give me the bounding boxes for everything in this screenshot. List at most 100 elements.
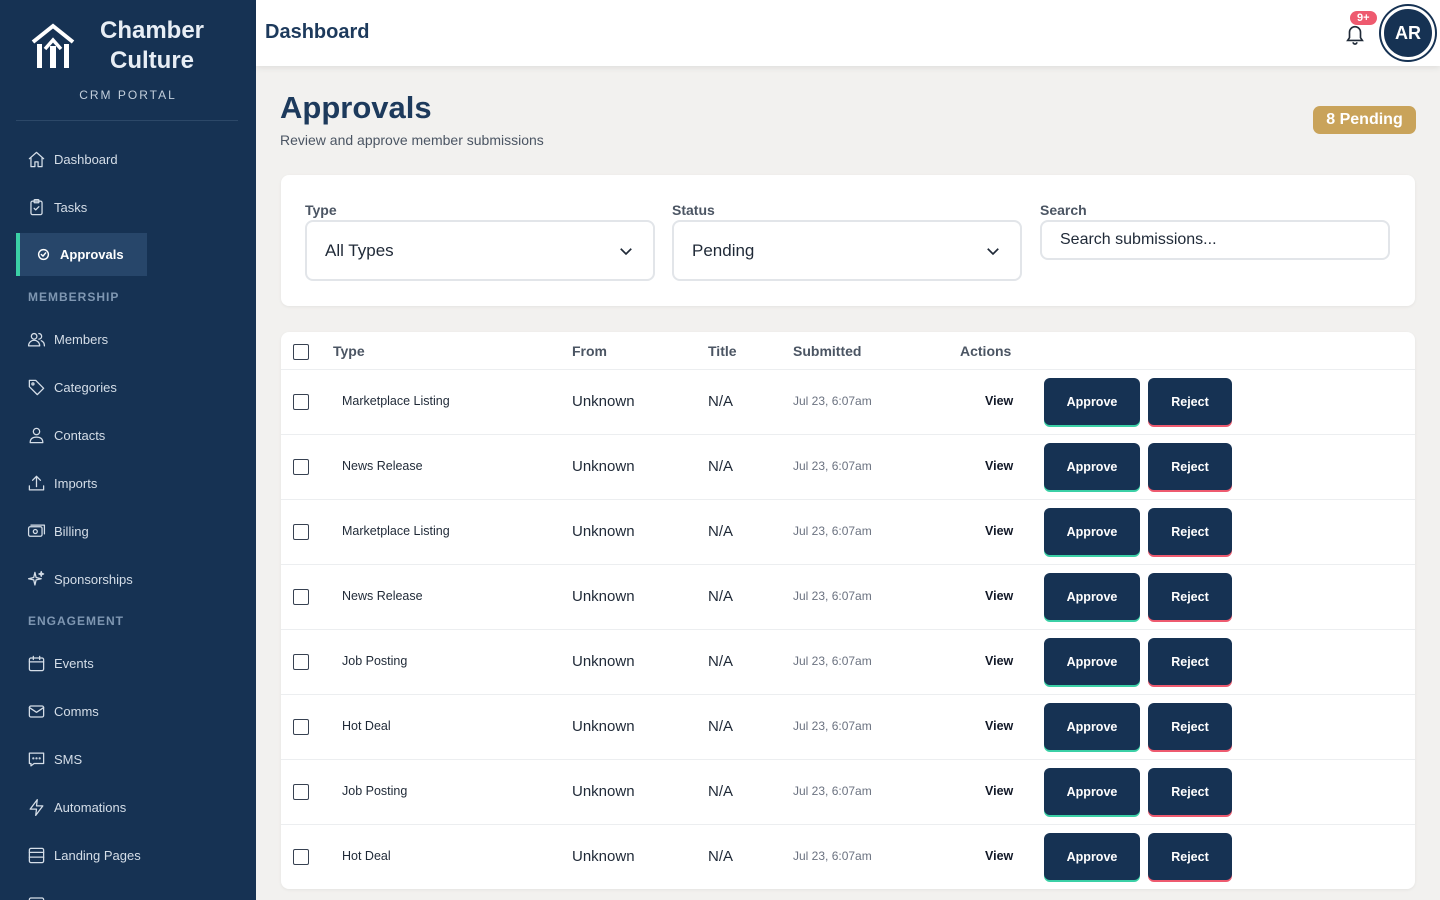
sidebar-item-label: Approvals	[60, 247, 124, 262]
table-row: Marketplace Listing Unknown N/A Jul 23, 6:0…	[281, 370, 1415, 435]
type-select-value: All Types	[325, 240, 394, 260]
sidebar-item-automations[interactable]: Automations	[16, 785, 240, 829]
cell-from: Unknown	[572, 393, 635, 410]
table-row: Hot Deal Unknown N/A Jul 23, 6:07am View Appr…	[281, 825, 1415, 889]
sidebar-item-tasks[interactable]: Tasks	[16, 185, 240, 229]
cell-from: Unknown	[572, 848, 635, 865]
topbar: Dashboard 9+ AR	[256, 0, 1440, 66]
check-circle-icon	[36, 245, 50, 265]
sidebar-item-sponsorships[interactable]: Sponsorships	[16, 557, 240, 601]
cell-submitted: Jul 23, 6:07am	[793, 394, 872, 408]
status-filter-label: Status	[672, 202, 715, 218]
sidebar-item-categories[interactable]: Categories	[16, 365, 240, 409]
status-select[interactable]: Pending	[672, 220, 1022, 281]
column-header-from: From	[572, 343, 607, 359]
cell-type: Marketplace Listing	[342, 524, 450, 538]
cell-submitted: Jul 23, 6:07am	[793, 524, 872, 538]
view-link[interactable]: View	[985, 849, 1013, 863]
cell-submitted: Jul 23, 6:07am	[793, 719, 872, 733]
status-select-value: Pending	[692, 240, 755, 260]
view-link[interactable]: View	[985, 459, 1013, 473]
select-all-checkbox[interactable]	[293, 344, 309, 360]
sparkles-icon	[26, 569, 46, 589]
view-link[interactable]: View	[985, 394, 1013, 408]
approve-button[interactable]: Approve	[1044, 768, 1140, 815]
sidebar-item-label: Dashboard	[54, 151, 118, 167]
cell-submitted: Jul 23, 6:07am	[793, 654, 872, 668]
approve-button[interactable]: Approve	[1044, 703, 1140, 750]
sidebar-divider	[16, 120, 238, 121]
view-link[interactable]: View	[985, 784, 1013, 798]
sidebar-item-label: Tasks	[54, 199, 88, 215]
reject-button[interactable]: Reject	[1148, 508, 1232, 555]
reject-button[interactable]: Reject	[1148, 638, 1232, 685]
row-checkbox[interactable]	[293, 524, 309, 540]
sidebar-item-billing[interactable]: Billing	[16, 509, 240, 553]
approve-button[interactable]: Approve	[1044, 833, 1140, 880]
topbar-title: Dashboard	[265, 21, 370, 43]
bell-icon[interactable]	[1344, 22, 1366, 46]
sidebar-item-contacts[interactable]: Contacts	[16, 413, 240, 457]
view-link[interactable]: View	[985, 719, 1013, 733]
cell-submitted: Jul 23, 6:07am	[793, 589, 872, 603]
sidebar-item-imports[interactable]: Imports	[16, 461, 240, 505]
row-checkbox[interactable]	[293, 589, 309, 605]
table-row: Hot Deal Unknown N/A Jul 23, 6:07am View Appr…	[281, 695, 1415, 760]
sidebar-item-label: Imports	[54, 475, 98, 491]
sidebar-item-events[interactable]: Events	[16, 641, 240, 685]
sidebar-item-label: Members	[54, 331, 109, 347]
sidebar-item-label: SMS	[54, 751, 83, 767]
row-checkbox[interactable]	[293, 784, 309, 800]
column-header-title: Title	[708, 343, 737, 359]
approve-button[interactable]: Approve	[1044, 378, 1140, 425]
table-row: News Release Unknown N/A Jul 23, 6:07am View…	[281, 435, 1415, 500]
sidebar-item-dashboard[interactable]: Dashboard	[16, 137, 240, 181]
sidebar-item-comms[interactable]: Comms	[16, 689, 240, 733]
row-checkbox[interactable]	[293, 719, 309, 735]
approve-button[interactable]: Approve	[1044, 638, 1140, 685]
table-header: Type From Title Submitted Actions	[281, 332, 1415, 370]
row-checkbox[interactable]	[293, 394, 309, 410]
sidebar-item-label: Events	[54, 655, 94, 671]
cell-type: Job Posting	[342, 784, 408, 798]
table-row: Job Posting Unknown N/A Jul 23, 6:07am View A…	[281, 630, 1415, 695]
table-row: Job Posting Unknown N/A Jul 23, 6:07am View A…	[281, 760, 1415, 825]
sidebar-item-label: Contacts	[54, 427, 106, 443]
row-checkbox[interactable]	[293, 849, 309, 865]
reject-button[interactable]: Reject	[1148, 703, 1232, 750]
chevron-down-icon	[984, 242, 1002, 260]
page-icon	[26, 845, 46, 865]
reject-button[interactable]: Reject	[1148, 443, 1232, 490]
type-select[interactable]: All Types	[305, 220, 655, 281]
sidebar-item-landing-pages[interactable]: Landing Pages	[16, 833, 240, 877]
view-link[interactable]: View	[985, 589, 1013, 603]
approve-button[interactable]: Approve	[1044, 508, 1140, 555]
reject-button[interactable]: Reject	[1148, 768, 1232, 815]
avatar[interactable]: AR	[1381, 6, 1435, 60]
sidebar-section-membership: MEMBERSHIP	[28, 290, 120, 304]
message-icon	[26, 749, 46, 769]
sidebar-section-engagement: ENGAGEMENT	[28, 614, 125, 628]
approve-button[interactable]: Approve	[1044, 573, 1140, 620]
cell-title: N/A	[708, 653, 734, 670]
sidebar-item-sms[interactable]: SMS	[16, 737, 240, 781]
reject-button[interactable]: Reject	[1148, 573, 1232, 620]
sidebar-item-label: Comms	[54, 703, 99, 719]
reject-button[interactable]: Reject	[1148, 378, 1232, 425]
sidebar-item-approvals[interactable]: Approvals	[16, 233, 147, 276]
row-checkbox[interactable]	[293, 654, 309, 670]
sidebar-item-cutoff[interactable]	[16, 881, 240, 900]
cell-from: Unknown	[572, 653, 635, 670]
reject-button[interactable]: Reject	[1148, 833, 1232, 880]
view-link[interactable]: View	[985, 524, 1013, 538]
view-link[interactable]: View	[985, 654, 1013, 668]
cell-title: N/A	[708, 783, 734, 800]
cell-title: N/A	[708, 718, 734, 735]
row-checkbox[interactable]	[293, 459, 309, 475]
approve-button[interactable]: Approve	[1044, 443, 1140, 490]
cell-submitted: Jul 23, 6:07am	[793, 459, 872, 473]
column-header-submitted: Submitted	[793, 343, 862, 359]
search-input[interactable]	[1040, 220, 1390, 260]
sidebar-item-members[interactable]: Members	[16, 317, 240, 361]
page-title: Approvals	[280, 90, 432, 125]
